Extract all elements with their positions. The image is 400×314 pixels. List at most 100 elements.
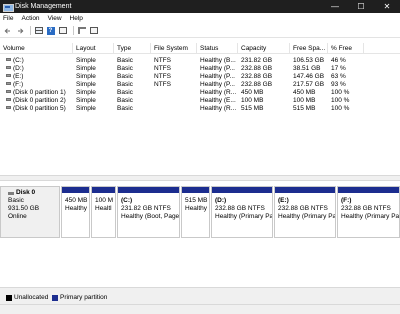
column-free-space[interactable]: Free Spa...: [290, 43, 328, 54]
partition-block[interactable]: (C:) 231.82 GB NTFS Healthy (Boot, Page: [117, 186, 180, 238]
volume-list: Volume Layout Type File System Status Ca…: [0, 43, 400, 175]
column-percent-free[interactable]: % Free: [328, 43, 364, 54]
close-button[interactable]: ✕: [374, 0, 400, 13]
menu-bar: File Action View Help: [0, 13, 400, 24]
file-system-cell: NTFS: [154, 73, 171, 80]
file-system-cell: [154, 89, 196, 97]
table-row[interactable]: (Disk 0 partition 1) Simple Basic Health…: [0, 89, 400, 97]
file-system-cell: [154, 97, 196, 105]
percent-free-cell: 46 %: [331, 57, 346, 64]
layout-cell: Simple: [76, 73, 96, 80]
type-cell: Basic: [117, 81, 133, 88]
partition-size: 515 MB: [185, 197, 208, 204]
status-cell: Healthy (E...: [200, 97, 236, 104]
drive-icon: [6, 58, 11, 62]
table-row[interactable]: (E:) Simple Basic NTFS Healthy (P... 232…: [0, 73, 400, 81]
column-status[interactable]: Status: [197, 43, 238, 54]
partition-block[interactable]: (F:) 232.88 GB NTFS Healthy (Primary Pa: [337, 186, 400, 238]
toolbar-separator: [30, 26, 31, 35]
menu-help[interactable]: Help: [70, 15, 83, 22]
partition-status: Healthy: [65, 205, 88, 212]
menu-file[interactable]: File: [3, 15, 13, 22]
file-system-cell: NTFS: [154, 65, 171, 72]
layout-cell: Simple: [76, 105, 96, 112]
layout-cell: Simple: [76, 57, 96, 64]
toolbar: ?: [0, 24, 400, 38]
drive-icon: [6, 82, 11, 86]
column-layout[interactable]: Layout: [73, 43, 114, 54]
back-arrow-icon[interactable]: [3, 26, 12, 35]
disk-management-app-icon: [3, 3, 14, 12]
partition-status: Healthy (Boot, Page: [121, 213, 179, 220]
layout-cell: Simple: [76, 81, 96, 88]
percent-free-cell: 100 %: [331, 89, 350, 96]
capacity-cell: 232.88 GB: [241, 81, 273, 88]
drive-icon: [6, 66, 11, 70]
properties-icon[interactable]: [58, 26, 67, 35]
volume-cell: (D:): [6, 65, 72, 73]
legend-unallocated: Unallocated: [6, 294, 48, 301]
capacity-cell: 232.88 GB: [241, 65, 273, 72]
table-row[interactable]: (F:) Simple Basic NTFS Healthy (P... 232…: [0, 81, 400, 89]
partition-block[interactable]: (E:) 232.88 GB NTFS Healthy (Primary Pa: [274, 186, 336, 238]
column-capacity[interactable]: Capacity: [238, 43, 290, 54]
legend-label: Primary partition: [60, 294, 108, 301]
drive-icon: [6, 106, 11, 110]
column-type[interactable]: Type: [114, 43, 151, 54]
status-cell: Healthy (P...: [200, 81, 235, 88]
legend-primary: Primary partition: [52, 294, 107, 301]
free-space-cell: 106.53 GB: [293, 57, 325, 64]
type-cell: Basic: [117, 97, 133, 104]
file-system-cell: NTFS: [154, 57, 171, 64]
partition-block[interactable]: (D:) 232.88 GB NTFS Healthy (Primary Pa: [211, 186, 273, 238]
column-file-system[interactable]: File System: [151, 43, 197, 54]
free-space-cell: 38.51 GB: [293, 65, 321, 72]
file-system-cell: NTFS: [154, 81, 171, 88]
partition-block[interactable]: 515 MB Healthy: [181, 186, 210, 238]
table-row[interactable]: (C:) Simple Basic NTFS Healthy (B... 231…: [0, 57, 400, 65]
status-bar: [0, 304, 400, 314]
partition-status: Healthy (Primary Pa: [278, 213, 335, 220]
percent-free-cell: 93 %: [331, 81, 346, 88]
disk-icon: [8, 191, 14, 195]
disk-size: 931.50 GB: [8, 205, 40, 212]
settings-icon[interactable]: [77, 26, 86, 35]
status-cell: Healthy (B...: [200, 57, 236, 64]
capacity-cell: 232.88 GB: [241, 73, 273, 80]
menu-view[interactable]: View: [48, 15, 62, 22]
volume-cell: (E:): [6, 73, 72, 81]
partition-size: 232.88 GB NTFS: [278, 205, 328, 212]
window-controls: — ☐ ✕: [322, 0, 400, 13]
capacity-cell: 231.82 GB: [241, 57, 273, 64]
free-space-cell: 515 MB: [293, 105, 316, 112]
column-volume[interactable]: Volume: [0, 43, 73, 54]
partition-block[interactable]: 450 MB Healthy: [61, 186, 90, 238]
maximize-button[interactable]: ☐: [348, 0, 374, 13]
capacity-cell: 450 MB: [241, 89, 264, 96]
minimize-button[interactable]: —: [322, 0, 348, 13]
rescan-icon[interactable]: [89, 26, 98, 35]
partition-size: 231.82 GB NTFS: [121, 205, 171, 212]
type-cell: Basic: [117, 89, 133, 96]
partition-block[interactable]: 100 M Healtl: [91, 186, 116, 238]
table-row[interactable]: (D:) Simple Basic NTFS Healthy (P... 232…: [0, 65, 400, 73]
drive-icon: [6, 98, 11, 102]
partition-name: (E:): [278, 197, 289, 204]
partition-name: (F:): [341, 197, 352, 204]
table-row[interactable]: (Disk 0 partition 5) Simple Basic Health…: [0, 105, 400, 113]
help-icon[interactable]: ?: [46, 26, 55, 35]
list-view-icon[interactable]: [34, 26, 43, 35]
status-cell: Healthy (R...: [200, 105, 237, 112]
partition-size: 232.88 GB NTFS: [215, 205, 265, 212]
layout-cell: Simple: [76, 65, 96, 72]
drive-icon: [6, 74, 11, 78]
disk-info-panel[interactable]: Disk 0 Basic 931.50 GB Online: [0, 186, 60, 238]
percent-free-cell: 100 %: [331, 105, 350, 112]
free-space-cell: 450 MB: [293, 89, 316, 96]
partition-size: 100 M: [95, 197, 114, 204]
forward-arrow-icon[interactable]: [15, 26, 24, 35]
table-row[interactable]: (Disk 0 partition 2) Simple Basic Health…: [0, 97, 400, 105]
type-cell: Basic: [117, 105, 133, 112]
menu-action[interactable]: Action: [21, 15, 39, 22]
legend: Unallocated Primary partition: [0, 287, 400, 314]
